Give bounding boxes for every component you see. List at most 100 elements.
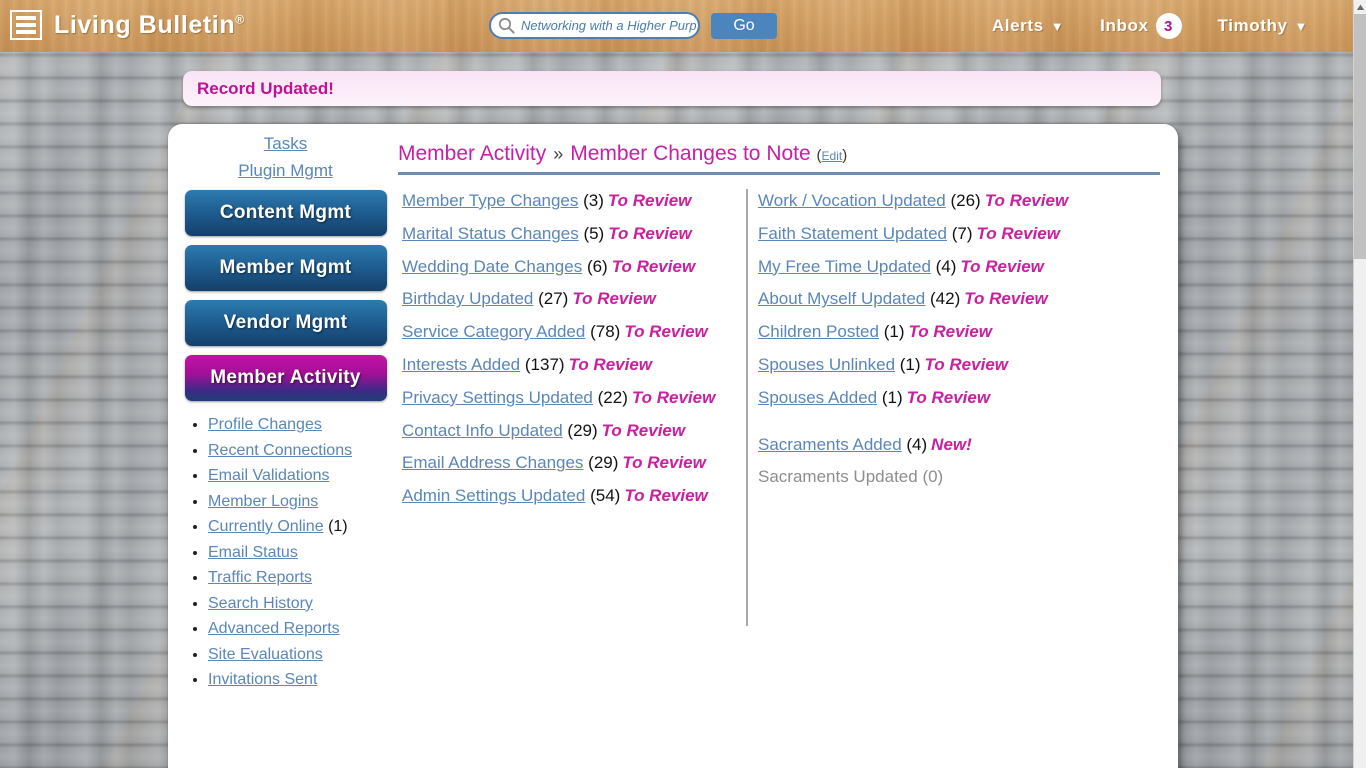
search-input[interactable] [519, 14, 698, 37]
search-go-button[interactable]: Go [711, 13, 777, 39]
sidebar-item-profile-changes[interactable]: Profile Changes [208, 416, 322, 433]
brand-name: Living Bulletin [54, 11, 236, 39]
sidebar-item-invitations-sent[interactable]: Invitations Sent [208, 671, 317, 688]
activity-row: Contact Info Updated (29) To Review [402, 419, 736, 443]
sidebar-item-email-status[interactable]: Email Status [208, 544, 298, 561]
activity-count: (1) [881, 387, 903, 407]
breadcrumb-parent[interactable]: Member Activity [398, 142, 546, 165]
activity-link-contact-info-updated[interactable]: Contact Info Updated [402, 421, 563, 440]
status-badge: To Review [960, 256, 1044, 276]
sidebar: Tasks Plugin Mgmt Content Mgmt Member Mg… [168, 124, 403, 696]
status-badge: To Review [984, 191, 1069, 210]
activity-count: (5) [583, 223, 605, 243]
activity-count: (22) [597, 387, 628, 407]
activity-count: (1) [899, 354, 921, 374]
status-badge: To Review [624, 322, 708, 342]
activity-row: Admin Settings Updated (54) To Review [402, 484, 736, 508]
list-item: Site Evaluations [208, 645, 403, 665]
list-item: Traffic Reports [208, 568, 403, 588]
sidebar-item-advanced-reports[interactable]: Advanced Reports [208, 620, 340, 637]
sidebar-link-tasks[interactable]: Tasks [168, 134, 403, 154]
activity-link-my-free-time-updated[interactable]: My Free Time Updated [758, 257, 931, 276]
sidebar-item-search-history[interactable]: Search History [208, 595, 313, 612]
breadcrumb: Member Activity» Member Changes to Note (… [398, 134, 1160, 175]
activity-link-service-category-added[interactable]: Service Category Added [402, 322, 585, 341]
activity-count: (42) [930, 289, 961, 309]
list-item: Currently Online (1) [208, 517, 403, 537]
activity-column-right: Work / Vocation Updated (26) To Review Fa… [748, 189, 1128, 626]
activity-link-marital-status-changes[interactable]: Marital Status Changes [402, 224, 579, 243]
sidebar-item-member-logins[interactable]: Member Logins [208, 493, 318, 510]
activity-row: My Free Time Updated (4) To Review [758, 255, 1118, 279]
status-badge: To Review [572, 289, 656, 309]
user-menu[interactable]: Timothy ▼ [1200, 16, 1326, 36]
activity-link-interests-added[interactable]: Interests Added [402, 355, 520, 374]
activity-row: Spouses Unlinked (1) To Review [758, 353, 1118, 377]
list-item: Profile Changes [208, 415, 403, 435]
chevron-down-icon: ▼ [1294, 18, 1308, 34]
activity-row: Sacraments Added (4) New! [758, 433, 1118, 457]
activity-row: Wedding Date Changes (6) To Review [402, 255, 736, 279]
edit-link[interactable]: Edit [822, 149, 843, 163]
activity-link-email-address-changes[interactable]: Email Address Changes [402, 453, 583, 472]
status-banner-text: Record Updated! [197, 78, 334, 98]
sidebar-button-member-mgmt[interactable]: Member Mgmt [184, 245, 387, 291]
activity-count: (26) [950, 191, 981, 210]
list-item: Recent Connections [208, 441, 403, 461]
activity-count: (4) [906, 434, 928, 454]
activity-count: (29) [588, 453, 619, 473]
activity-link-faith-statement-updated[interactable]: Faith Statement Updated [758, 224, 947, 243]
status-badge: To Review [908, 322, 992, 342]
sidebar-item-site-evaluations[interactable]: Site Evaluations [208, 646, 323, 663]
search-box[interactable] [489, 12, 700, 39]
activity-count: (3) [583, 191, 604, 210]
vertical-scrollbar[interactable] [1353, 0, 1366, 768]
hamburger-icon[interactable] [10, 10, 42, 40]
activity-link-privacy-settings-updated[interactable]: Privacy Settings Updated [402, 388, 593, 407]
activity-link-sacraments-added[interactable]: Sacraments Added [758, 435, 902, 454]
activity-row: Service Category Added (78) To Review [402, 320, 736, 344]
status-badge: To Review [906, 387, 991, 407]
status-badge: To Review [568, 354, 653, 374]
sidebar-link-plugin-mgmt[interactable]: Plugin Mgmt [168, 161, 403, 181]
alerts-label: Alerts [991, 16, 1044, 35]
top-navigation: Alerts ▼ Inbox 3 Timothy ▼ [974, 0, 1326, 52]
activity-count: (27) [538, 289, 569, 309]
activity-link-spouses-added[interactable]: Spouses Added [758, 388, 877, 407]
activity-count: (6) [586, 256, 608, 276]
activity-count: (4) [935, 256, 957, 276]
scrollbar-thumb[interactable] [1354, 14, 1366, 259]
activity-link-birthday-updated[interactable]: Birthday Updated [402, 289, 533, 308]
status-badge: To Review [624, 486, 708, 506]
list-item: Advanced Reports [208, 619, 403, 639]
status-badge: To Review [631, 387, 716, 407]
activity-count: (1) [883, 322, 905, 342]
activity-row: Faith Statement Updated (7) To Review [758, 222, 1118, 246]
sidebar-item-traffic-reports[interactable]: Traffic Reports [208, 569, 312, 586]
activity-row: Work / Vocation Updated (26) To Review [758, 189, 1118, 213]
activity-link-wedding-date-changes[interactable]: Wedding Date Changes [402, 257, 582, 276]
scroll-up-arrow-icon[interactable] [1354, 0, 1366, 14]
activity-count: (29) [567, 420, 598, 440]
activity-link-about-myself-updated[interactable]: About Myself Updated [758, 289, 925, 308]
activity-link-admin-settings-updated[interactable]: Admin Settings Updated [402, 486, 585, 505]
activity-label-sacraments-updated: Sacraments Updated [758, 467, 918, 487]
activity-link-spouses-unlinked[interactable]: Spouses Unlinked [758, 355, 895, 374]
sidebar-button-member-activity[interactable]: Member Activity [184, 355, 387, 401]
status-badge: To Review [611, 256, 696, 276]
sidebar-item-email-validations[interactable]: Email Validations [208, 467, 330, 484]
activity-link-member-type-changes[interactable]: Member Type Changes [402, 191, 578, 210]
alerts-menu[interactable]: Alerts ▼ [974, 16, 1082, 36]
sidebar-item-currently-online[interactable]: Currently Online [208, 518, 324, 535]
chevron-down-icon: ▼ [1050, 18, 1065, 34]
activity-link-work-vocation-updated[interactable]: Work / Vocation Updated [758, 191, 946, 210]
activity-link-children-posted[interactable]: Children Posted [758, 322, 879, 341]
brand-title[interactable]: Living Bulletin® [54, 11, 245, 40]
inbox-menu[interactable]: Inbox 3 [1082, 13, 1199, 39]
inbox-count-badge: 3 [1155, 13, 1182, 39]
sidebar-button-vendor-mgmt[interactable]: Vendor Mgmt [184, 300, 387, 346]
sidebar-item-recent-connections[interactable]: Recent Connections [208, 442, 352, 459]
sidebar-top-links: Tasks Plugin Mgmt [168, 134, 403, 181]
sidebar-button-content-mgmt[interactable]: Content Mgmt [184, 190, 387, 236]
activity-group-spacer [758, 419, 1118, 433]
